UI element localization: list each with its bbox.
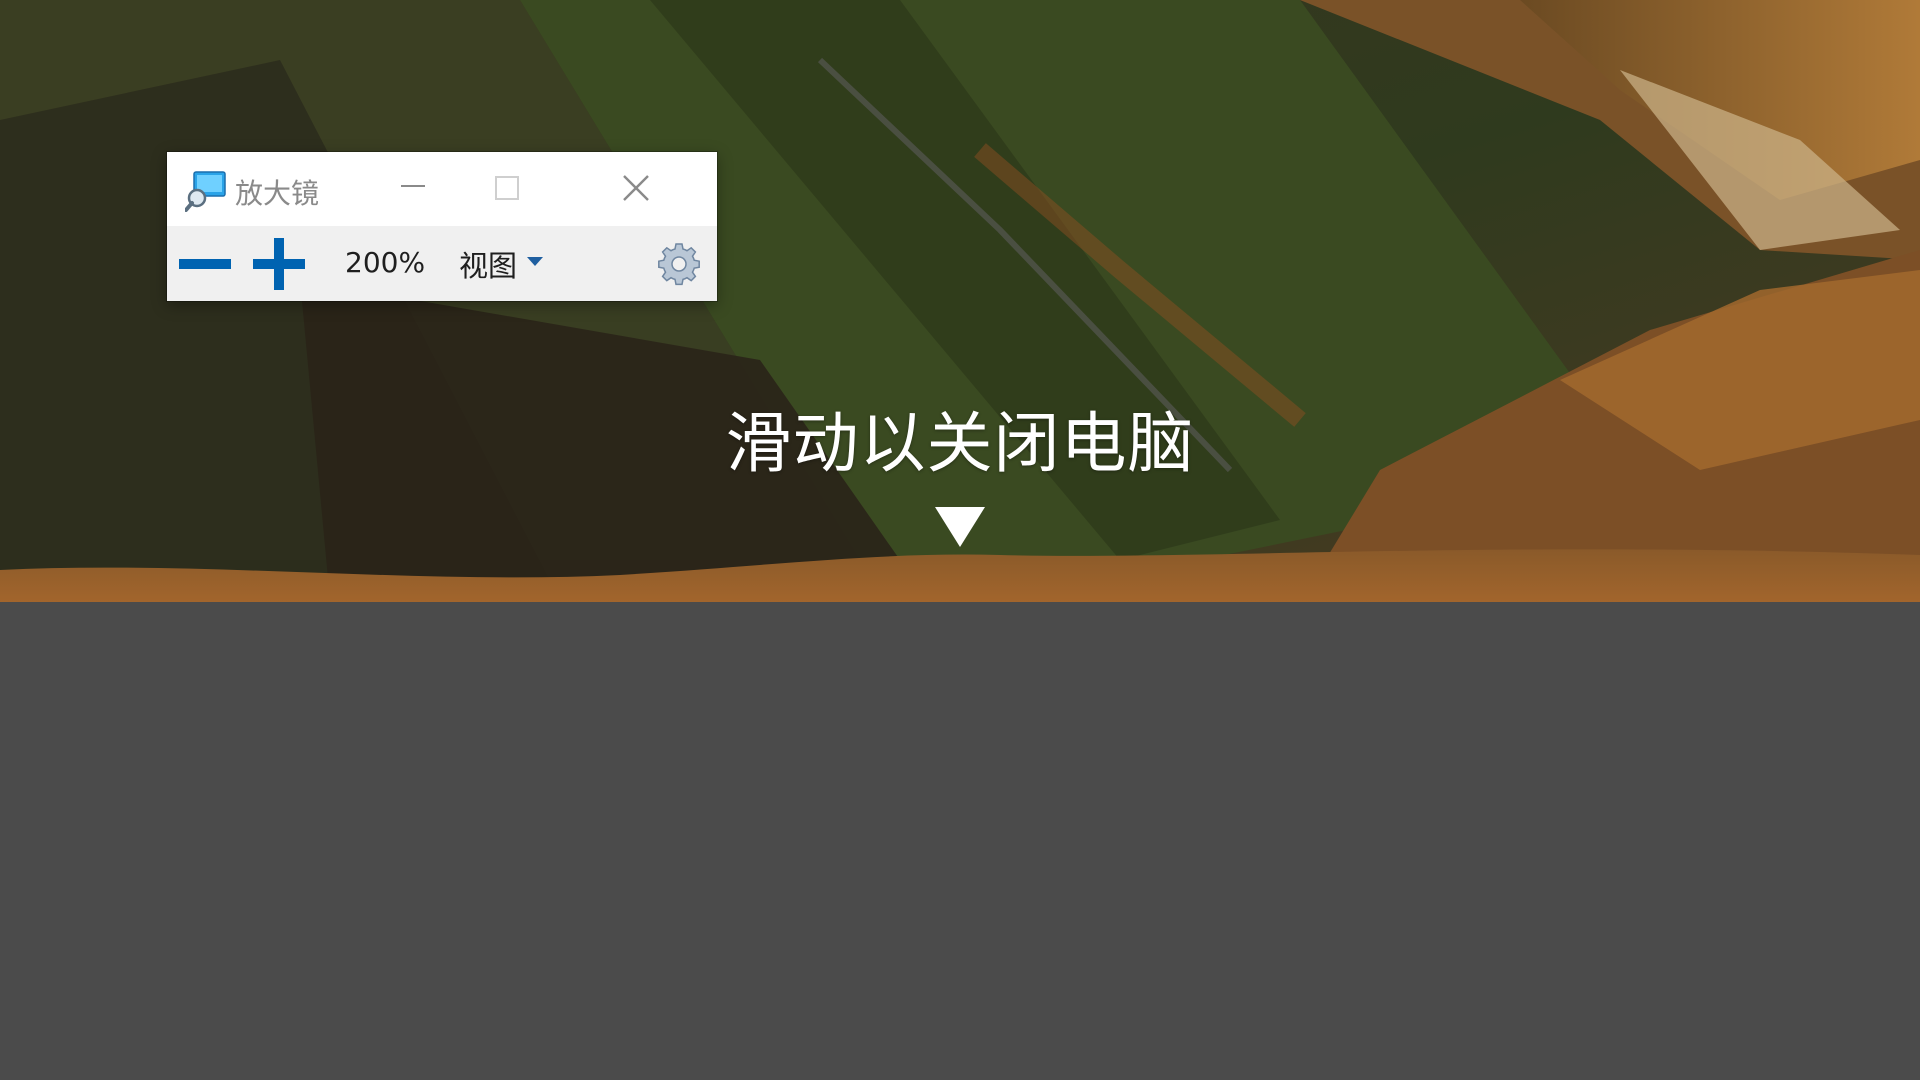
magnifier-toolbar: 200% 视图: [167, 226, 717, 301]
shutdown-prompt: 滑动以关闭电脑: [725, 405, 1195, 482]
zoom-in-button[interactable]: [251, 236, 307, 292]
plus-icon: [253, 238, 305, 290]
close-icon: [623, 175, 649, 201]
minimize-button[interactable]: [357, 152, 473, 226]
settings-button[interactable]: [657, 242, 701, 286]
maximize-button[interactable]: [473, 152, 589, 226]
magnifier-window[interactable]: 放大镜 200% 视图: [167, 152, 717, 301]
view-menu-button[interactable]: 视图: [459, 242, 544, 286]
down-triangle-icon: [933, 505, 987, 549]
close-button[interactable]: [589, 152, 717, 226]
zoom-out-button[interactable]: [177, 242, 233, 286]
view-menu-label: 视图: [459, 249, 518, 283]
zoom-level: 200%: [345, 246, 426, 279]
caret-down-icon: [527, 252, 544, 271]
magnifier-app-icon: [184, 170, 227, 212]
shutdown-screen: 滑动以关闭电脑 放大镜 200% 视图: [0, 0, 1920, 1080]
maximize-icon: [495, 176, 519, 200]
gear-icon: [658, 243, 700, 286]
window-title: 放大镜: [235, 177, 320, 210]
minimize-icon: [401, 185, 425, 187]
minus-icon: [179, 259, 231, 269]
title-bar[interactable]: 放大镜: [167, 152, 717, 226]
